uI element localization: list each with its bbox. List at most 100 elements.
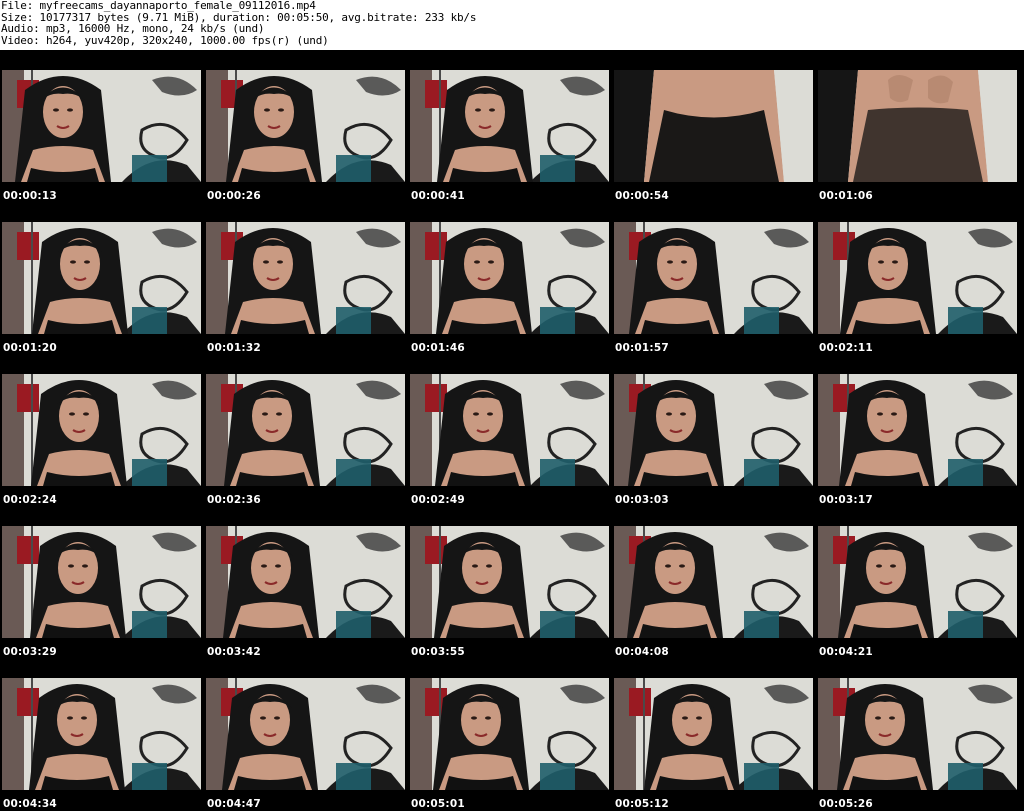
thumbnail: 00:00:41 [408,50,609,202]
audio-info-line: Audio: mp3, 16000 Hz, mono, 24 kb/s (und… [1,22,265,35]
video-frame [206,222,405,334]
timestamp-label: 00:02:49 [411,494,465,506]
video-frame-image [410,678,609,790]
thumbnail: 00:00:26 [204,50,405,202]
video-frame-image [206,526,405,638]
video-frame [410,374,609,486]
video-frame-image [206,222,405,334]
video-frame-image [818,374,1017,486]
timestamp-label: 00:02:11 [819,342,873,354]
video-frame [2,222,201,334]
video-frame [818,374,1017,486]
video-frame [206,678,405,790]
video-frame-image [614,70,813,182]
video-frame [818,526,1017,638]
timestamp-label: 00:03:03 [615,494,669,506]
timestamp-label: 00:01:06 [819,190,873,202]
video-frame [614,222,813,334]
video-frame [2,374,201,486]
timestamp-label: 00:04:34 [3,798,57,810]
thumbnail: 00:03:42 [204,506,405,658]
video-frame [410,678,609,790]
video-frame-image [206,70,405,182]
timestamp-label: 00:02:24 [3,494,57,506]
video-frame-image [614,678,813,790]
video-frame [614,678,813,790]
timestamp-label: 00:05:26 [819,798,873,810]
video-frame-image [410,222,609,334]
video-frame [614,374,813,486]
thumbnail: 00:03:55 [408,506,609,658]
video-frame [614,70,813,182]
thumbnail: 00:01:20 [0,202,201,354]
thumbnail-grid: 00:00:13 00:00:26 00:00:41 00:00:54 00:0… [0,50,1024,811]
thumbnail: 00:01:57 [612,202,813,354]
thumbnail: 00:04:47 [204,658,405,810]
video-frame [206,526,405,638]
thumbnail: 00:05:01 [408,658,609,810]
video-frame-image [410,526,609,638]
thumbnail: 00:03:03 [612,354,813,506]
video-frame-image [2,222,201,334]
thumbnail: 00:03:17 [816,354,1017,506]
file-name-line: File: myfreecams_dayannaporto_female_091… [1,0,316,12]
video-frame [2,70,201,182]
thumbnail: 00:03:29 [0,506,201,658]
timestamp-label: 00:02:36 [207,494,261,506]
thumbnail: 00:05:12 [612,658,813,810]
timestamp-label: 00:01:20 [3,342,57,354]
timestamp-label: 00:04:21 [819,646,873,658]
timestamp-label: 00:03:42 [207,646,261,658]
video-frame [206,374,405,486]
video-frame-image [410,70,609,182]
video-frame-image [2,526,201,638]
video-frame [410,222,609,334]
video-frame [206,70,405,182]
video-frame-image [2,678,201,790]
thumbnail: 00:02:49 [408,354,609,506]
timestamp-label: 00:00:26 [207,190,261,202]
thumbnail: 00:04:08 [612,506,813,658]
video-frame [818,70,1017,182]
timestamp-label: 00:00:54 [615,190,669,202]
thumbnail: 00:01:06 [816,50,1017,202]
video-frame [2,526,201,638]
timestamp-label: 00:01:57 [615,342,669,354]
timestamp-label: 00:01:32 [207,342,261,354]
video-frame-image [614,526,813,638]
video-frame [410,526,609,638]
video-frame-image [410,374,609,486]
video-frame-image [818,70,1017,182]
video-frame-image [2,374,201,486]
video-frame [818,678,1017,790]
file-info-header: File: myfreecams_dayannaporto_female_091… [0,0,1024,50]
thumbnail: 00:02:24 [0,354,201,506]
thumbnail: 00:00:54 [612,50,813,202]
timestamp-label: 00:00:13 [3,190,57,202]
thumbnail: 00:05:26 [816,658,1017,810]
video-frame-image [614,374,813,486]
video-frame-image [818,526,1017,638]
video-frame [818,222,1017,334]
thumbnail: 00:00:13 [0,50,201,202]
timestamp-label: 00:03:17 [819,494,873,506]
thumbnail: 00:04:34 [0,658,201,810]
thumbnail: 00:02:36 [204,354,405,506]
thumbnail: 00:01:46 [408,202,609,354]
video-info-line: Video: h264, yuv420p, 320x240, 1000.00 f… [1,33,329,47]
thumbnail: 00:01:32 [204,202,405,354]
thumbnail: 00:04:21 [816,506,1017,658]
timestamp-label: 00:05:12 [615,798,669,810]
timestamp-label: 00:01:46 [411,342,465,354]
timestamp-label: 00:04:47 [207,798,261,810]
timestamp-label: 00:00:41 [411,190,465,202]
video-frame [410,70,609,182]
timestamp-label: 00:05:01 [411,798,465,810]
timestamp-label: 00:04:08 [615,646,669,658]
video-frame [614,526,813,638]
video-frame-image [206,374,405,486]
video-frame-image [206,678,405,790]
timestamp-label: 00:03:29 [3,646,57,658]
video-frame-image [818,678,1017,790]
video-frame-image [614,222,813,334]
